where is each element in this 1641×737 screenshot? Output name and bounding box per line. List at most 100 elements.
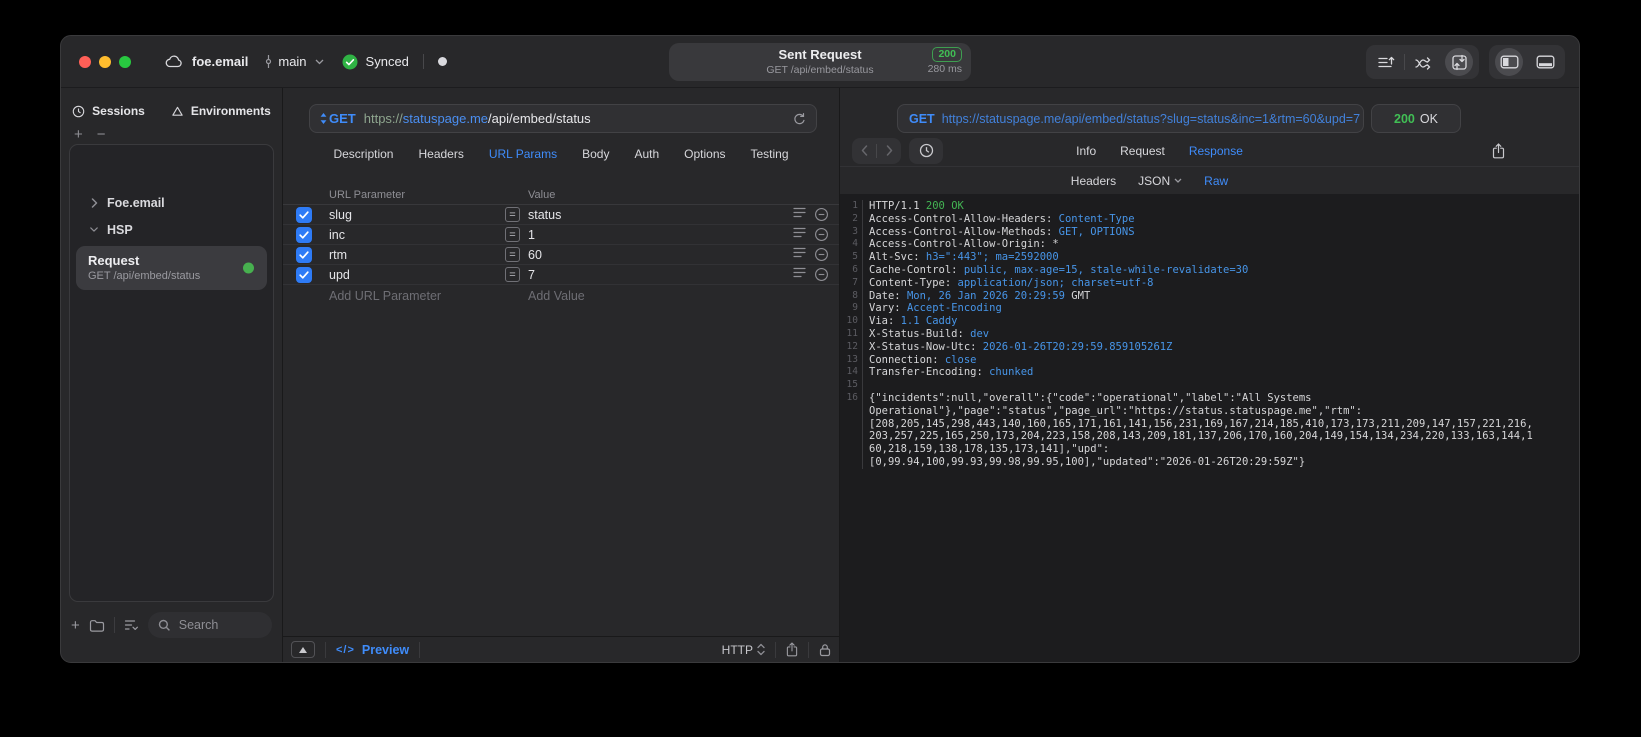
param-name[interactable]: rtm (329, 248, 505, 262)
tab-info[interactable]: Info (1076, 144, 1096, 158)
response-line: [208,205,145,298,443,140,160,165,171,161… (840, 417, 1579, 431)
response-line: 10 Via: 1.1 Caddy (846, 315, 958, 328)
filter-list-icon[interactable] (124, 619, 139, 631)
param-value[interactable]: 60 (528, 248, 783, 262)
response-line: 6 Cache-Control: public, max-age=15, stal… (852, 263, 1249, 277)
sort-lines-icon[interactable] (1368, 45, 1404, 79)
params-table-header: URL Parameter Value (283, 185, 839, 205)
tree-group-hsp[interactable]: HSP (70, 216, 273, 243)
sidebar: Sessions Environments + − Foe.email HSP … (61, 88, 283, 662)
request-footer: </> Preview HTTP (283, 636, 839, 662)
tab-response[interactable]: Response (1189, 144, 1243, 158)
tab-testing[interactable]: Testing (751, 147, 789, 161)
equals-icon[interactable]: = (505, 267, 520, 282)
param-rows: slug = status inc = 1 rtm = 60 upd = 7 (283, 205, 839, 285)
param-value[interactable]: 1 (528, 228, 783, 242)
method-updown-icon (320, 113, 327, 124)
tab-sessions[interactable]: Sessions (72, 104, 145, 118)
tab-auth[interactable]: Auth (634, 147, 659, 161)
minimize-window-button[interactable] (99, 55, 111, 68)
tab-request[interactable]: Request (1120, 144, 1165, 158)
tab-headers[interactable]: Headers (418, 147, 463, 161)
add-value-button[interactable]: Add Value (528, 289, 783, 303)
collapse-panel-icon[interactable] (291, 641, 315, 658)
subtab-headers[interactable]: Headers (1071, 174, 1116, 188)
new-folder-icon[interactable] (89, 619, 105, 632)
tab-sessions-label: Sessions (92, 104, 145, 118)
status-text: OK (1419, 111, 1438, 126)
param-name[interactable]: inc (329, 228, 505, 242)
app-window: foe.email main Synced Sent Request GET /… (60, 35, 1580, 663)
response-share-icon[interactable] (1492, 142, 1505, 159)
param-checkbox[interactable] (296, 206, 312, 223)
merge-arrows-icon[interactable] (1405, 45, 1441, 79)
request-status-pill[interactable]: Sent Request GET /api/embed/status 200 2… (669, 43, 971, 81)
equals-icon[interactable]: = (505, 227, 520, 242)
subtab-json[interactable]: JSON (1138, 174, 1182, 188)
chevron-down-icon (315, 59, 324, 65)
remove-request-button[interactable]: − (97, 127, 106, 142)
reorder-icon[interactable] (793, 207, 806, 222)
tab-environments[interactable]: Environments (171, 104, 271, 118)
remove-param-icon[interactable] (814, 247, 829, 262)
new-item-button[interactable]: + (71, 618, 80, 633)
request-url-bar[interactable]: GET https://statuspage.me/api/embed/stat… (309, 104, 817, 133)
reorder-icon[interactable] (793, 227, 806, 242)
sidebar-request-item[interactable]: Request GET /api/embed/status (76, 246, 267, 290)
protocol-selector[interactable]: HTTP (722, 643, 765, 657)
search-field[interactable] (147, 612, 272, 638)
chevron-right-icon (90, 197, 98, 208)
response-url-bar[interactable]: GET https://statuspage.me/api/embed/stat… (897, 104, 1364, 133)
tree-group-label: Foe.email (107, 195, 165, 210)
import-export-icon[interactable] (1441, 45, 1477, 79)
subtab-raw[interactable]: Raw (1204, 174, 1228, 188)
tab-body[interactable]: Body (582, 147, 609, 161)
tab-url-params[interactable]: URL Params (489, 147, 557, 161)
request-share-icon[interactable] (786, 642, 798, 657)
reorder-icon[interactable] (793, 247, 806, 262)
project-switcher[interactable]: foe.email (165, 54, 248, 69)
remove-param-icon[interactable] (814, 227, 829, 242)
add-url-parameter-button[interactable]: Add URL Parameter (329, 289, 505, 303)
titlebar: foe.email main Synced Sent Request GET /… (61, 36, 1579, 88)
toggle-left-sidebar-icon[interactable] (1491, 45, 1527, 79)
tab-options[interactable]: Options (684, 147, 725, 161)
reorder-icon[interactable] (793, 267, 806, 282)
response-tabs: Info Request Response (790, 144, 1529, 158)
tree-group-foe-email[interactable]: Foe.email (70, 189, 273, 216)
status-code: 200 (1394, 111, 1415, 126)
equals-icon[interactable]: = (505, 247, 520, 262)
search-input[interactable] (176, 617, 262, 633)
equals-icon[interactable]: = (505, 207, 520, 222)
add-request-button[interactable]: + (74, 127, 83, 142)
tab-description[interactable]: Description (333, 147, 393, 161)
param-name[interactable]: upd (329, 268, 505, 282)
environments-icon (171, 105, 184, 118)
param-row: slug = status (283, 205, 839, 225)
method-selector[interactable]: GET (320, 111, 356, 126)
sync-status[interactable]: Synced (342, 54, 409, 70)
close-window-button[interactable] (79, 55, 91, 68)
param-value[interactable]: 7 (528, 268, 783, 282)
param-checkbox[interactable] (296, 266, 312, 283)
preview-label: Preview (361, 642, 410, 657)
response-line: [0,99.94,100,99.93,99.98,99.95,100],"upd… (840, 455, 1579, 469)
param-checkbox[interactable] (296, 226, 312, 243)
reload-icon[interactable] (793, 112, 806, 126)
toggle-bottom-panel-icon[interactable] (1527, 45, 1563, 79)
param-checkbox[interactable] (296, 246, 312, 263)
response-nav: Info Request Response (840, 135, 1579, 167)
branch-selector[interactable]: main (264, 54, 324, 69)
response-line: 1 HTTP/1.1 200 OK (852, 200, 964, 213)
param-name[interactable]: slug (329, 208, 505, 222)
remove-param-icon[interactable] (814, 267, 829, 282)
code-icon: </> (336, 643, 355, 656)
remove-param-icon[interactable] (814, 207, 829, 222)
response-line: 15 (840, 379, 1579, 392)
preview-button[interactable]: </> Preview (336, 643, 409, 657)
lock-icon[interactable] (819, 643, 831, 657)
zoom-window-button[interactable] (119, 55, 131, 68)
clock-icon (72, 105, 85, 118)
response-body[interactable]: 1 HTTP/1.1 200 OK 2 Access-Control-Allow-He… (840, 194, 1579, 662)
param-value[interactable]: status (528, 208, 783, 222)
